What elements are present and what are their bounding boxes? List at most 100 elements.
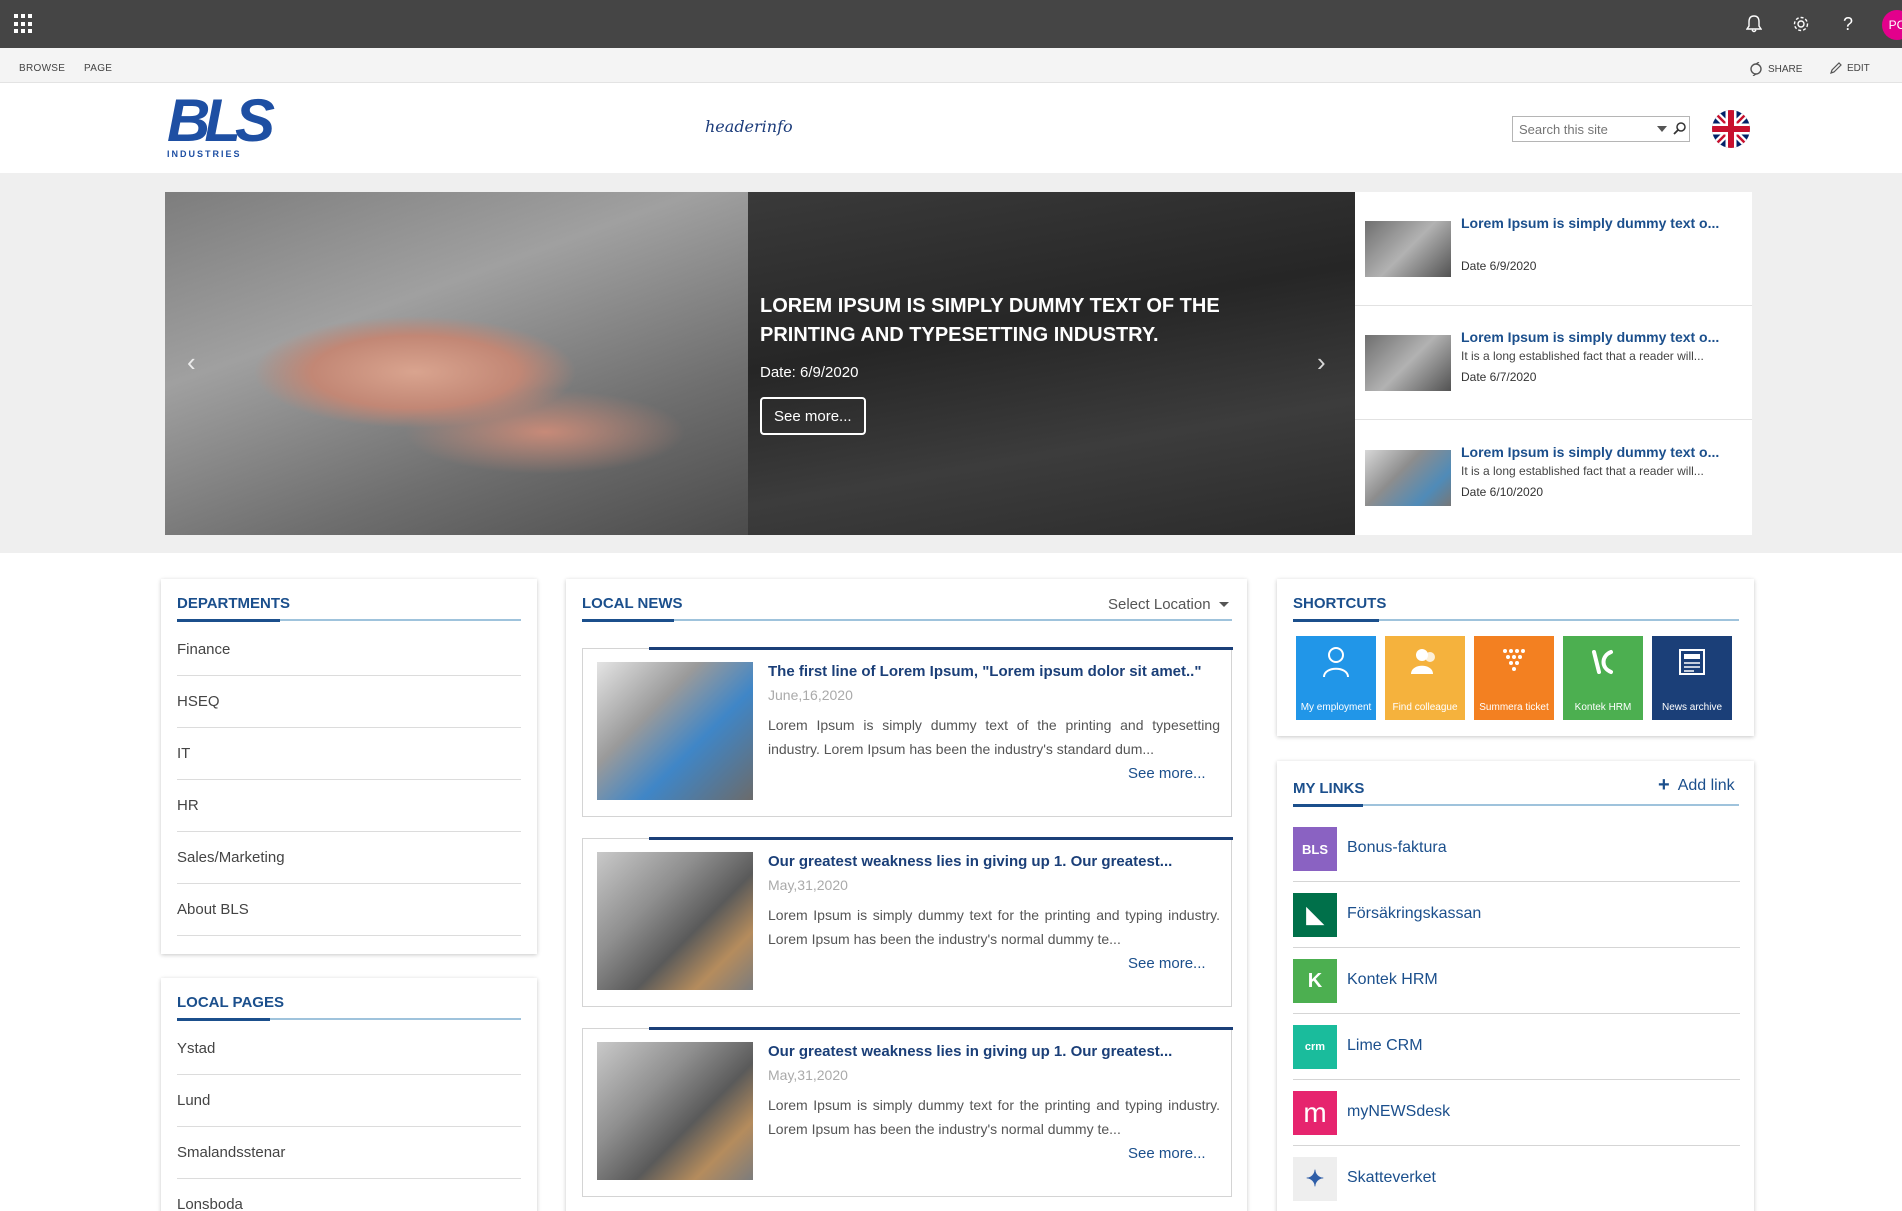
waffle-icon[interactable] xyxy=(14,14,34,34)
slide-see-more-button[interactable]: See more... xyxy=(760,397,866,435)
local-page-item[interactable]: Smalandsstenar xyxy=(177,1127,521,1179)
edit-button[interactable]: EDIT xyxy=(1830,62,1870,74)
my-links-title: MY LINKS xyxy=(1293,780,1365,797)
share-button[interactable]: SHARE xyxy=(1749,62,1802,76)
header-info: headerinfo xyxy=(705,117,793,136)
news-title[interactable]: Our greatest weakness lies in giving up … xyxy=(768,1043,1223,1060)
shortcut-tile-find-colleague[interactable]: Find colleague xyxy=(1385,636,1465,720)
search-icon[interactable] xyxy=(1673,121,1687,135)
link-label: Kontek HRM xyxy=(1347,971,1438,988)
avatar[interactable]: PC xyxy=(1882,10,1902,40)
shortcut-tile-news-archive[interactable]: News archive xyxy=(1652,636,1732,720)
news-title[interactable]: Lorem Ipsum is simply dummy text o... xyxy=(1461,329,1719,345)
search-scope-dropdown[interactable] xyxy=(1657,126,1667,132)
news-title[interactable]: Lorem Ipsum is simply dummy text o... xyxy=(1461,444,1719,460)
department-item[interactable]: About BLS xyxy=(177,884,521,936)
link-item-kontek-hrm[interactable]: K Kontek HRM xyxy=(1293,948,1740,1014)
news-title[interactable]: Our greatest weakness lies in giving up … xyxy=(768,853,1223,870)
divider xyxy=(1293,619,1379,622)
local-news-item[interactable]: Our greatest weakness lies in giving up … xyxy=(582,1027,1233,1197)
link-item-skatteverket[interactable]: ✦ Skatteverket xyxy=(1293,1146,1740,1211)
slide-date: Date: 6/9/2020 xyxy=(760,364,859,381)
tab-page[interactable]: PAGE xyxy=(84,63,112,74)
add-link-label: Add link xyxy=(1677,776,1735,794)
local-news-item[interactable]: Our greatest weakness lies in giving up … xyxy=(582,837,1233,1007)
shortcut-tile-my-employment[interactable]: My employment xyxy=(1296,636,1376,720)
ribbon: BROWSE PAGE SHARE EDIT xyxy=(0,48,1902,83)
news-body: Lorem Ipsum is simply dummy text for the… xyxy=(768,1097,1220,1137)
search-box xyxy=(1512,116,1690,142)
gear-icon[interactable] xyxy=(1789,12,1813,36)
department-item[interactable]: Finance xyxy=(177,624,521,676)
department-item[interactable]: Sales/Marketing xyxy=(177,832,521,884)
departments-title: DEPARTMENTS xyxy=(177,595,291,612)
featured-news-item[interactable]: Lorem Ipsum is simply dummy text o... It… xyxy=(1355,421,1752,535)
news-accent-bar xyxy=(649,647,1233,650)
share-label: SHARE xyxy=(1768,63,1803,75)
department-item[interactable]: HSEQ xyxy=(177,676,521,728)
featured-news-item[interactable]: Lorem Ipsum is simply dummy text o... It… xyxy=(1355,306,1752,420)
chevron-right-icon[interactable]: › xyxy=(1317,347,1326,378)
slide-title: LOREM IPSUM IS SIMPLY DUMMY TEXT OF THE … xyxy=(760,295,1220,346)
help-icon[interactable]: ? xyxy=(1836,12,1860,36)
lime-icon: crm xyxy=(1293,1025,1337,1069)
news-image xyxy=(597,852,753,990)
news-title[interactable]: The first line of Lorem Ipsum, "Lorem ip… xyxy=(768,663,1223,680)
tile-label: News archive xyxy=(1661,702,1723,713)
link-item-bonus-faktura[interactable]: BLS Bonus-faktura xyxy=(1293,816,1740,882)
link-item-lime-crm[interactable]: crm Lime CRM xyxy=(1293,1014,1740,1080)
news-image xyxy=(597,662,753,800)
news-title[interactable]: Lorem Ipsum is simply dummy text o... xyxy=(1461,215,1719,231)
featured-news-item[interactable]: Lorem Ipsum is simply dummy text o... Da… xyxy=(1355,192,1752,306)
shortcuts-title: SHORTCUTS xyxy=(1293,595,1387,612)
department-item[interactable]: HR xyxy=(177,780,521,832)
news-date: May,31,2020 xyxy=(768,1067,848,1083)
kontek-icon: K xyxy=(1293,959,1337,1003)
see-more-link[interactable]: See more... xyxy=(1128,955,1206,972)
local-pages-title: LOCAL PAGES xyxy=(177,994,284,1011)
divider xyxy=(1293,804,1363,807)
link-label: Bonus-faktura xyxy=(1347,839,1447,856)
news-image xyxy=(597,1042,753,1180)
site-logo[interactable]: BLS INDUSTRIES xyxy=(167,91,275,160)
link-label: Lime CRM xyxy=(1347,1037,1423,1054)
shortcut-tile-kontek-hrm[interactable]: Kontek HRM xyxy=(1563,636,1643,720)
local-news-item[interactable]: The first line of Lorem Ipsum, "Lorem ip… xyxy=(582,647,1233,817)
people-icon xyxy=(1411,649,1435,674)
select-location-label: Select Location xyxy=(1108,596,1211,613)
news-date: Date 6/10/2020 xyxy=(1461,485,1544,499)
add-link-button[interactable]: + Add link xyxy=(1658,774,1735,797)
link-item-forsakringskassan[interactable]: ◣ Försäkringskassan xyxy=(1293,882,1740,948)
department-item[interactable]: IT xyxy=(177,728,521,780)
local-page-item[interactable]: Lonsboda xyxy=(177,1179,521,1211)
shortcut-tile-summera-ticket[interactable]: Summera ticket xyxy=(1474,636,1554,720)
search-input[interactable] xyxy=(1513,117,1651,141)
local-page-item[interactable]: Lund xyxy=(177,1075,521,1127)
link-label: myNEWSdesk xyxy=(1347,1103,1451,1120)
edit-label: EDIT xyxy=(1847,62,1870,74)
hero-slider[interactable]: LOREM IPSUM IS SIMPLY DUMMY TEXT OF THE … xyxy=(165,192,1355,535)
link-item-mynewsdesk[interactable]: m myNEWSdesk xyxy=(1293,1080,1740,1146)
link-label: Försäkringskassan xyxy=(1347,905,1482,922)
person-icon xyxy=(1323,647,1349,678)
newspaper-icon xyxy=(1679,649,1705,675)
slide-image xyxy=(165,192,748,535)
tab-browse[interactable]: BROWSE xyxy=(19,63,65,74)
local-page-item[interactable]: Ystad xyxy=(177,1023,521,1075)
select-location-dropdown[interactable]: Select Location xyxy=(1108,596,1229,613)
divider xyxy=(177,1018,270,1021)
pencil-icon xyxy=(1830,62,1842,74)
news-date: Date 6/9/2020 xyxy=(1461,259,1537,273)
news-description: It is a long established fact that a rea… xyxy=(1461,349,1704,363)
news-body: Lorem Ipsum is simply dummy text of the … xyxy=(768,717,1220,757)
see-more-link[interactable]: See more... xyxy=(1128,1145,1206,1162)
uk-flag-icon[interactable] xyxy=(1712,110,1750,148)
dots-icon xyxy=(1503,649,1525,671)
bell-icon[interactable] xyxy=(1742,12,1766,36)
divider xyxy=(177,619,280,622)
share-icon xyxy=(1750,62,1762,76)
news-thumbnail xyxy=(1365,221,1451,277)
plus-icon: + xyxy=(1658,774,1670,796)
chevron-left-icon[interactable]: ‹ xyxy=(187,347,196,378)
see-more-link[interactable]: See more... xyxy=(1128,765,1206,782)
